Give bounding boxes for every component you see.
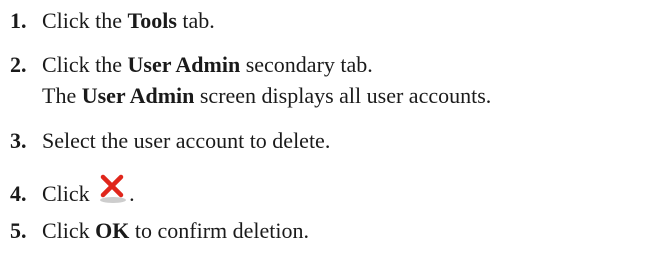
step-text-post: secondary tab. bbox=[240, 52, 373, 77]
step-number: 1. bbox=[10, 8, 27, 33]
step-number: 3. bbox=[10, 128, 27, 153]
step-text-post: . bbox=[129, 181, 135, 206]
step-text-pre: Click the bbox=[42, 52, 128, 77]
tools-tab-label: Tools bbox=[127, 8, 177, 33]
step-3: 3. Select the user account to delete. bbox=[10, 128, 330, 154]
delete-x-icon bbox=[97, 174, 129, 204]
step-1: 1. Click the Tools tab. bbox=[10, 8, 215, 34]
ok-button-label: OK bbox=[95, 218, 130, 243]
step-2-note: The User Admin screen displays all user … bbox=[42, 83, 491, 109]
step-4: 4. Click . bbox=[10, 174, 135, 207]
step-2: 2. Click the User Admin secondary tab. bbox=[10, 52, 373, 78]
user-admin-tab-label: User Admin bbox=[127, 52, 241, 77]
note-text-post: screen displays all user accounts. bbox=[194, 83, 492, 108]
step-text-pre: Click the bbox=[42, 8, 128, 33]
note-text-pre: The bbox=[42, 83, 82, 108]
step-text-post: to confirm deletion. bbox=[129, 218, 310, 243]
user-admin-screen-label: User Admin bbox=[81, 83, 195, 108]
step-text: Select the user account to delete. bbox=[42, 128, 331, 153]
step-text-pre: Click bbox=[42, 181, 96, 206]
step-number: 2. bbox=[10, 52, 27, 77]
step-text-pre: Click bbox=[42, 218, 96, 243]
step-text-post: tab. bbox=[176, 8, 215, 33]
procedure-steps: 1. Click the Tools tab. 2. Click the User … bbox=[0, 0, 652, 258]
step-number: 5. bbox=[10, 218, 27, 243]
step-number: 4. bbox=[10, 181, 27, 206]
step-5: 5. Click OK to confirm deletion. bbox=[10, 218, 309, 244]
